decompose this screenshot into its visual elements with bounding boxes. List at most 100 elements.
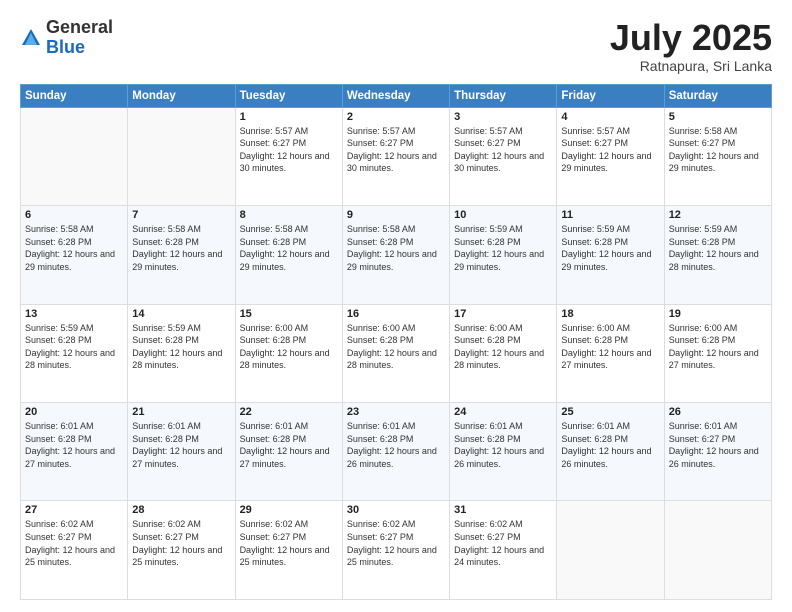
calendar-cell xyxy=(664,501,771,600)
day-info: Sunrise: 5:58 AM Sunset: 6:28 PM Dayligh… xyxy=(240,223,338,273)
day-number: 4 xyxy=(561,111,659,123)
day-number: 31 xyxy=(454,504,552,516)
day-info: Sunrise: 5:59 AM Sunset: 6:28 PM Dayligh… xyxy=(454,223,552,273)
day-info: Sunrise: 5:59 AM Sunset: 6:28 PM Dayligh… xyxy=(132,322,230,372)
calendar-week-row: 1 Sunrise: 5:57 AM Sunset: 6:27 PM Daylig… xyxy=(21,107,772,205)
calendar-cell: 19 Sunrise: 6:00 AM Sunset: 6:28 PM Dayli… xyxy=(664,304,771,402)
day-info: Sunrise: 6:01 AM Sunset: 6:28 PM Dayligh… xyxy=(240,420,338,470)
day-info: Sunrise: 6:00 AM Sunset: 6:28 PM Dayligh… xyxy=(669,322,767,372)
calendar-cell: 4 Sunrise: 5:57 AM Sunset: 6:27 PM Daylig… xyxy=(557,107,664,205)
day-info: Sunrise: 6:02 AM Sunset: 6:27 PM Dayligh… xyxy=(132,518,230,568)
calendar-cell: 6 Sunrise: 5:58 AM Sunset: 6:28 PM Daylig… xyxy=(21,206,128,304)
day-number: 6 xyxy=(25,209,123,221)
calendar-header-row: SundayMondayTuesdayWednesdayThursdayFrid… xyxy=(21,84,772,107)
header: General Blue July 2025 Ratnapura, Sri La… xyxy=(20,18,772,74)
day-number: 20 xyxy=(25,406,123,418)
calendar-cell: 28 Sunrise: 6:02 AM Sunset: 6:27 PM Dayli… xyxy=(128,501,235,600)
calendar-day-header: Sunday xyxy=(21,84,128,107)
calendar-cell: 1 Sunrise: 5:57 AM Sunset: 6:27 PM Daylig… xyxy=(235,107,342,205)
day-number: 5 xyxy=(669,111,767,123)
calendar-cell: 27 Sunrise: 6:02 AM Sunset: 6:27 PM Dayli… xyxy=(21,501,128,600)
calendar-day-header: Wednesday xyxy=(342,84,449,107)
day-number: 19 xyxy=(669,308,767,320)
calendar-cell: 31 Sunrise: 6:02 AM Sunset: 6:27 PM Dayli… xyxy=(450,501,557,600)
day-number: 21 xyxy=(132,406,230,418)
day-number: 29 xyxy=(240,504,338,516)
calendar-cell: 2Sunrise: 5:57 AM Sunset: 6:27 PM Daylig… xyxy=(342,107,449,205)
calendar-cell: 29 Sunrise: 6:02 AM Sunset: 6:27 PM Dayli… xyxy=(235,501,342,600)
month-title: July 2025 xyxy=(610,18,772,58)
day-info: Sunrise: 6:01 AM Sunset: 6:27 PM Dayligh… xyxy=(669,420,767,470)
day-number: 2 xyxy=(347,111,445,123)
calendar-cell: 15 Sunrise: 6:00 AM Sunset: 6:28 PM Dayli… xyxy=(235,304,342,402)
calendar-cell: 17 Sunrise: 6:00 AM Sunset: 6:28 PM Dayli… xyxy=(450,304,557,402)
day-info: Sunrise: 6:00 AM Sunset: 6:28 PM Dayligh… xyxy=(454,322,552,372)
day-number: 1 xyxy=(240,111,338,123)
calendar-week-row: 27 Sunrise: 6:02 AM Sunset: 6:27 PM Dayli… xyxy=(21,501,772,600)
day-number: 11 xyxy=(561,209,659,221)
day-info: Sunrise: 6:00 AM Sunset: 6:28 PM Dayligh… xyxy=(240,322,338,372)
day-number: 28 xyxy=(132,504,230,516)
calendar-cell: 23 Sunrise: 6:01 AM Sunset: 6:28 PM Dayli… xyxy=(342,403,449,501)
day-number: 25 xyxy=(561,406,659,418)
logo-text: General Blue xyxy=(46,18,113,58)
calendar-cell: 26 Sunrise: 6:01 AM Sunset: 6:27 PM Dayli… xyxy=(664,403,771,501)
day-info: Sunrise: 5:58 AM Sunset: 6:28 PM Dayligh… xyxy=(25,223,123,273)
day-info: Sunrise: 5:58 AM Sunset: 6:28 PM Dayligh… xyxy=(132,223,230,273)
day-info: Sunrise: 5:59 AM Sunset: 6:28 PM Dayligh… xyxy=(25,322,123,372)
day-number: 24 xyxy=(454,406,552,418)
day-info: Sunrise: 6:01 AM Sunset: 6:28 PM Dayligh… xyxy=(347,420,445,470)
day-number: 27 xyxy=(25,504,123,516)
calendar-week-row: 6 Sunrise: 5:58 AM Sunset: 6:28 PM Daylig… xyxy=(21,206,772,304)
day-info: Sunrise: 5:57 AM Sunset: 6:27 PM Dayligh… xyxy=(561,125,659,175)
day-info: Sunrise: 5:58 AM Sunset: 6:28 PM Dayligh… xyxy=(347,223,445,273)
day-number: 30 xyxy=(347,504,445,516)
logo-icon xyxy=(20,27,42,49)
day-info: Sunrise: 5:59 AM Sunset: 6:28 PM Dayligh… xyxy=(561,223,659,273)
day-info: Sunrise: 6:02 AM Sunset: 6:27 PM Dayligh… xyxy=(347,518,445,568)
calendar-cell xyxy=(557,501,664,600)
day-info: Sunrise: 5:57 AM Sunset: 6:27 PM Dayligh… xyxy=(240,125,338,175)
calendar-cell: 3Sunrise: 5:57 AM Sunset: 6:27 PM Daylig… xyxy=(450,107,557,205)
calendar-cell: 12 Sunrise: 5:59 AM Sunset: 6:28 PM Dayli… xyxy=(664,206,771,304)
day-number: 15 xyxy=(240,308,338,320)
calendar-week-row: 13 Sunrise: 5:59 AM Sunset: 6:28 PM Dayli… xyxy=(21,304,772,402)
day-info: Sunrise: 6:01 AM Sunset: 6:28 PM Dayligh… xyxy=(454,420,552,470)
logo-general: General xyxy=(46,18,113,38)
calendar-cell: 24 Sunrise: 6:01 AM Sunset: 6:28 PM Dayli… xyxy=(450,403,557,501)
day-number: 12 xyxy=(669,209,767,221)
day-info: Sunrise: 6:02 AM Sunset: 6:27 PM Dayligh… xyxy=(25,518,123,568)
day-number: 18 xyxy=(561,308,659,320)
day-number: 13 xyxy=(25,308,123,320)
calendar-day-header: Thursday xyxy=(450,84,557,107)
calendar-cell: 21Sunrise: 6:01 AM Sunset: 6:28 PM Dayli… xyxy=(128,403,235,501)
calendar-cell: 7 Sunrise: 5:58 AM Sunset: 6:28 PM Daylig… xyxy=(128,206,235,304)
calendar-day-header: Tuesday xyxy=(235,84,342,107)
day-number: 26 xyxy=(669,406,767,418)
title-block: July 2025 Ratnapura, Sri Lanka xyxy=(610,18,772,74)
day-number: 23 xyxy=(347,406,445,418)
calendar: SundayMondayTuesdayWednesdayThursdayFrid… xyxy=(20,84,772,600)
day-number: 17 xyxy=(454,308,552,320)
day-info: Sunrise: 5:58 AM Sunset: 6:27 PM Dayligh… xyxy=(669,125,767,175)
calendar-day-header: Monday xyxy=(128,84,235,107)
logo-blue: Blue xyxy=(46,38,113,58)
day-number: 22 xyxy=(240,406,338,418)
day-number: 10 xyxy=(454,209,552,221)
day-number: 9 xyxy=(347,209,445,221)
day-info: Sunrise: 6:00 AM Sunset: 6:28 PM Dayligh… xyxy=(347,322,445,372)
calendar-cell: 5 Sunrise: 5:58 AM Sunset: 6:27 PM Daylig… xyxy=(664,107,771,205)
day-number: 3 xyxy=(454,111,552,123)
day-info: Sunrise: 6:02 AM Sunset: 6:27 PM Dayligh… xyxy=(454,518,552,568)
calendar-cell: 25 Sunrise: 6:01 AM Sunset: 6:28 PM Dayli… xyxy=(557,403,664,501)
day-info: Sunrise: 6:01 AM Sunset: 6:28 PM Dayligh… xyxy=(25,420,123,470)
day-info: Sunrise: 5:59 AM Sunset: 6:28 PM Dayligh… xyxy=(669,223,767,273)
calendar-cell: 11 Sunrise: 5:59 AM Sunset: 6:28 PM Dayli… xyxy=(557,206,664,304)
day-info: Sunrise: 6:01 AM Sunset: 6:28 PM Dayligh… xyxy=(561,420,659,470)
calendar-cell: 30 Sunrise: 6:02 AM Sunset: 6:27 PM Dayli… xyxy=(342,501,449,600)
day-number: 7 xyxy=(132,209,230,221)
day-info: Sunrise: 6:02 AM Sunset: 6:27 PM Dayligh… xyxy=(240,518,338,568)
day-number: 16 xyxy=(347,308,445,320)
calendar-cell: 20 Sunrise: 6:01 AM Sunset: 6:28 PM Dayli… xyxy=(21,403,128,501)
page: General Blue July 2025 Ratnapura, Sri La… xyxy=(0,0,792,612)
